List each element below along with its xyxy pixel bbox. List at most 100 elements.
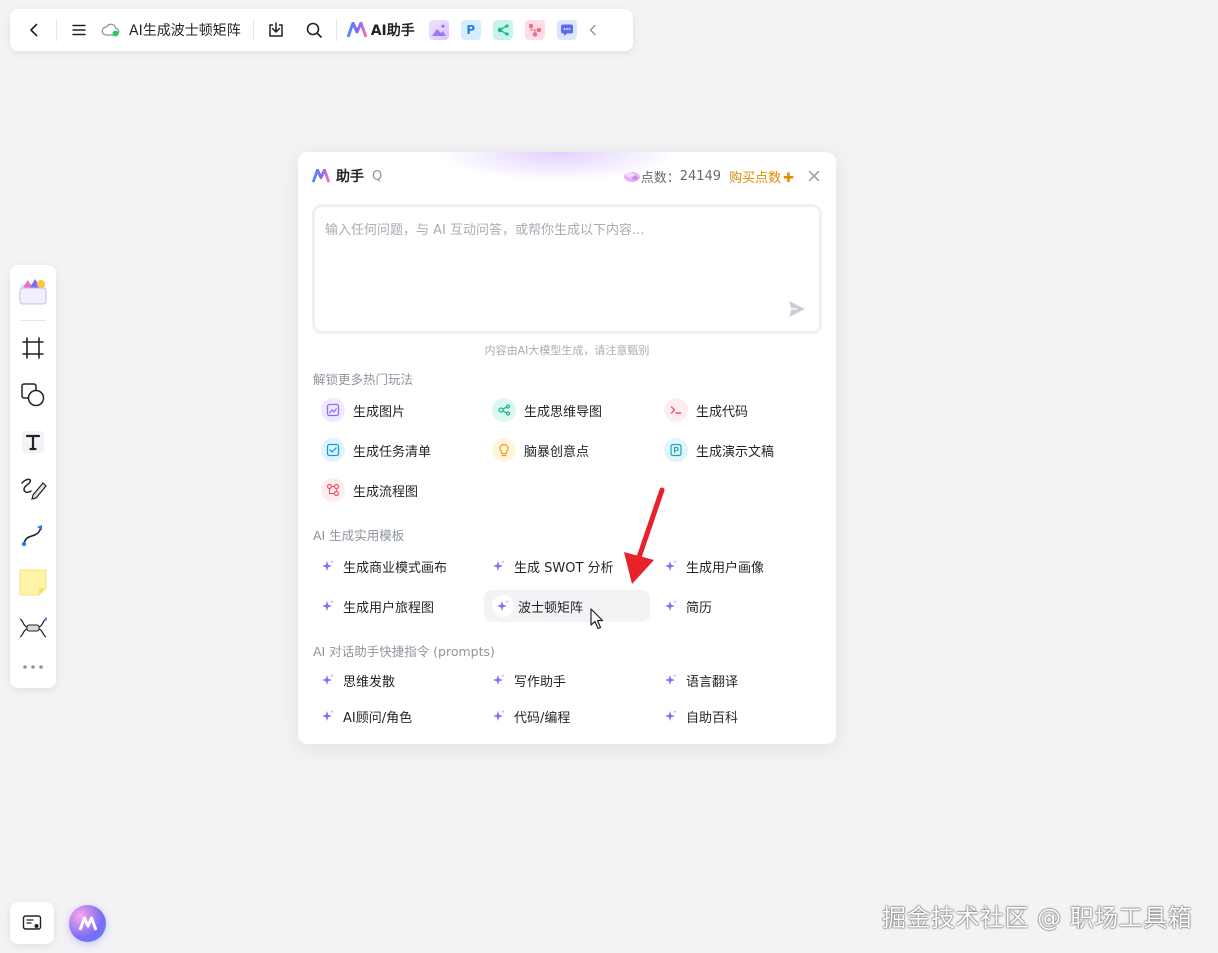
template-library-icon (19, 278, 47, 305)
close-icon (808, 170, 820, 181)
panel-header: 助手 Q 点数： 24149 购买点数 ✚ (312, 166, 820, 186)
mindmap-tool-button[interactable] (15, 611, 51, 647)
menu-item-label: 写作助手 (514, 674, 567, 690)
mouse-cursor-icon (590, 608, 604, 630)
ai-assistant-panel: 助手 Q 点数： 24149 购买点数✚ 内容由AI大模型生成，请注意甄别 解锁… (298, 152, 836, 744)
collapse-toolbar-button[interactable] (583, 14, 603, 46)
menu-item-generate-mindmap[interactable]: 生成思维导图 (484, 394, 650, 426)
section-title-templates: AI 生成实用模板 (313, 528, 405, 543)
template-library-button[interactable] (15, 273, 51, 309)
presentation-icon[interactable]: P (460, 20, 481, 40)
prompt-input-wrapper (312, 204, 822, 334)
ai-logo-icon (346, 22, 367, 38)
buy-points-label: 购买点数 (729, 170, 782, 186)
download-button[interactable] (260, 14, 292, 46)
panel-title: 助手 (336, 169, 364, 185)
menu-item-generate-code[interactable]: 生成代码 (656, 394, 822, 426)
minimap-button[interactable] (10, 902, 54, 944)
pen-tool-button[interactable] (15, 471, 51, 507)
menu-item-generate-image[interactable]: 生成图片 (313, 394, 479, 426)
sparkle-icon (492, 595, 514, 617)
left-toolbar (10, 265, 56, 688)
menu-item-label: 简历 (686, 600, 713, 616)
ai-assistant-fab[interactable] (69, 905, 106, 942)
menu-item-label: 生成演示文稿 (696, 444, 775, 460)
prompt-input[interactable] (315, 207, 819, 331)
sparkle-icon (664, 599, 678, 613)
prompt-encyclopedia[interactable]: 自助百科 (656, 700, 822, 732)
points-display: 点数： 24149 (623, 167, 721, 186)
frame-tool-button[interactable] (15, 331, 51, 367)
sticky-note-icon (19, 569, 47, 596)
prompt-divergent-thinking[interactable]: 思维发散 (313, 664, 479, 696)
sticky-note-button[interactable] (15, 564, 51, 600)
back-button[interactable] (18, 14, 50, 46)
more-tools-button[interactable] (15, 657, 51, 677)
send-icon (789, 301, 805, 317)
menu-item-label: 生成用户画像 (686, 560, 765, 576)
divider (335, 19, 337, 41)
menu-item-label: 生成思维导图 (524, 404, 603, 420)
sparkle-icon (321, 559, 335, 573)
ai-assistant-button[interactable]: AI助手 (346, 20, 415, 40)
menu-item-label: 生成商业模式画布 (343, 560, 448, 576)
menu-item-brainstorm[interactable]: 脑暴创意点 (484, 434, 650, 466)
more-icon (23, 665, 43, 669)
code-icon (664, 398, 688, 422)
sparkle-icon (664, 709, 678, 723)
connector-icon (21, 525, 42, 547)
shortcut-hint: Q (372, 168, 383, 184)
menu-button[interactable] (63, 14, 95, 46)
menu-item-label: 语言翻译 (686, 674, 739, 690)
minimap-icon (22, 915, 42, 930)
prompt-writing-assistant[interactable]: 写作助手 (484, 664, 650, 696)
prompt-ai-advisor[interactable]: AI顾问/角色 (313, 700, 479, 732)
menu-item-generate-tasklist[interactable]: 生成任务清单 (313, 434, 479, 466)
template-user-persona[interactable]: 生成用户画像 (656, 550, 822, 582)
menu-item-label: 思维发散 (343, 674, 396, 690)
document-title[interactable]: AI生成波士顿矩阵 (95, 20, 247, 40)
chevron-left-icon (589, 24, 596, 36)
sparkle-icon (492, 673, 506, 687)
search-button[interactable] (298, 14, 330, 46)
mindmap-tool-icon (19, 617, 47, 638)
text-icon (22, 430, 44, 453)
menu-item-label: AI顾问/角色 (343, 710, 413, 726)
chat-icon[interactable] (556, 20, 577, 40)
template-resume[interactable]: 简历 (656, 590, 822, 622)
mindmap-icon[interactable] (492, 20, 513, 40)
template-user-journey[interactable]: 生成用户旅程图 (313, 590, 479, 622)
divider (20, 319, 46, 321)
prompt-translation[interactable]: 语言翻译 (656, 664, 822, 696)
shape-tool-button[interactable] (15, 377, 51, 413)
menu-item-generate-flowchart[interactable]: 生成流程图 (313, 474, 479, 506)
close-button[interactable] (808, 167, 820, 186)
image-icon (321, 398, 345, 422)
flowchart-icon[interactable] (524, 20, 545, 40)
sparkle-icon (321, 673, 335, 687)
prompt-coding[interactable]: 代码/编程 (484, 700, 650, 732)
presentation-icon (664, 438, 688, 462)
sparkle-icon (321, 709, 335, 723)
divider (56, 19, 57, 41)
menu-item-generate-presentation[interactable]: 生成演示文稿 (656, 434, 822, 466)
menu-item-label: 代码/编程 (514, 710, 571, 726)
search-icon (306, 22, 322, 38)
section-title-prompts: AI 对话助手快捷指令 (prompts) (313, 644, 495, 659)
download-icon (268, 22, 283, 37)
send-button[interactable] (787, 299, 809, 321)
document-title-text: AI生成波士顿矩阵 (129, 23, 241, 39)
connector-tool-button[interactable] (15, 517, 51, 553)
menu-item-label: 生成 SWOT 分析 (514, 560, 614, 576)
section-title-hot: 解锁更多热门玩法 (313, 372, 414, 387)
sparkle-icon (492, 559, 506, 573)
template-boston-matrix[interactable]: 波士顿矩阵 (484, 590, 650, 622)
menu-item-label: 生成图片 (353, 404, 406, 420)
template-business-canvas[interactable]: 生成商业模式画布 (313, 550, 479, 582)
buy-points-link[interactable]: 购买点数 ✚ (729, 167, 794, 186)
pen-icon (21, 479, 47, 501)
image-gen-icon[interactable] (428, 20, 449, 40)
menu-item-label: 脑暴创意点 (524, 444, 590, 460)
text-tool-button[interactable] (15, 424, 51, 460)
menu-item-label: 波士顿矩阵 (518, 600, 584, 616)
